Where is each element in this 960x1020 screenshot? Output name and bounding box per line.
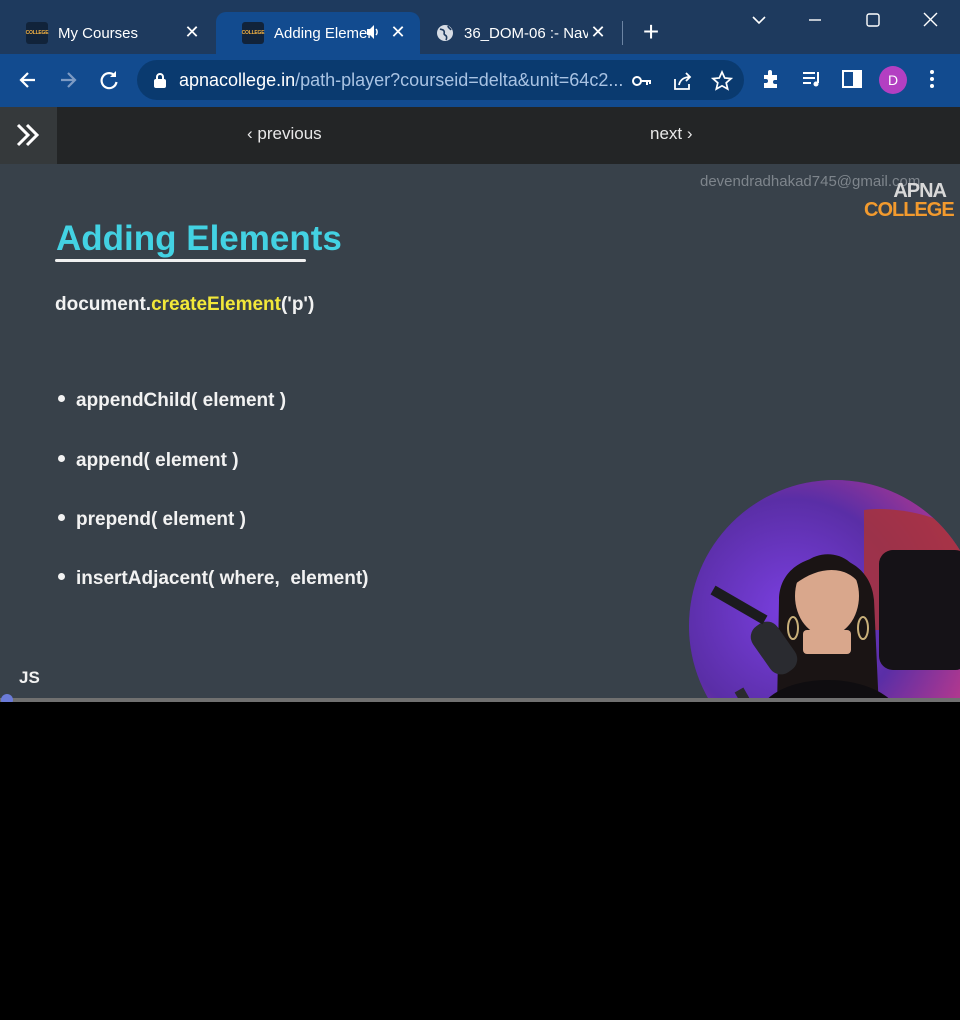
bullet-dot — [58, 455, 65, 463]
double-chevron-right-icon — [16, 123, 40, 147]
video-slide[interactable]: devendradhakad745@gmail.com APNA COLLEGE… — [0, 164, 960, 701]
close-tab-icon[interactable]: ✕ — [588, 21, 608, 43]
apna-college-logo: APNA COLLEGE — [864, 181, 955, 221]
more-vert-icon[interactable] — [920, 67, 944, 91]
bullet-text: append( element ) — [76, 450, 239, 471]
url-domain: apnacollege.in — [179, 70, 296, 90]
back-arrow-icon[interactable] — [14, 66, 42, 94]
presenter-webcam — [689, 480, 960, 701]
tab-adding-elements[interactable]: COLLEGE Adding Elemen ✕ — [216, 12, 420, 54]
star-icon[interactable] — [711, 70, 733, 92]
bullet-dot — [58, 514, 65, 522]
bullet-item: appendChild( element ) — [58, 390, 286, 412]
audio-playing-icon[interactable] — [366, 23, 380, 41]
url-text[interactable]: apnacollege.in/path-player?courseid=delt… — [179, 70, 623, 91]
close-tab-icon[interactable]: ✕ — [182, 21, 202, 43]
minimize-icon[interactable] — [800, 6, 830, 34]
sidebar-toggle-button[interactable] — [0, 107, 57, 164]
presenter-image — [689, 480, 960, 701]
tab-my-courses[interactable]: COLLEGE My Courses ✕ — [0, 12, 214, 54]
tab-title: My Courses — [58, 24, 139, 42]
bullet-text: prepend( element ) — [76, 509, 246, 530]
code-object: document. — [55, 294, 152, 315]
previous-button[interactable]: ‹ previous — [247, 124, 322, 144]
code-create-element: document.createElement('p') — [55, 294, 314, 316]
share-icon[interactable] — [671, 70, 693, 92]
reload-icon[interactable] — [95, 66, 123, 94]
profile-avatar[interactable]: D — [879, 66, 907, 94]
next-button[interactable]: next › — [650, 124, 693, 144]
apna-college-favicon-icon: COLLEGE — [242, 22, 265, 44]
puzzle-icon[interactable] — [760, 67, 784, 91]
bullet-item: prepend( element ) — [58, 509, 246, 531]
title-underline — [55, 259, 306, 262]
video-area[interactable] — [0, 702, 960, 1020]
bullet-dot — [58, 395, 65, 403]
chevron-right-icon: › — [686, 124, 693, 143]
bullet-text: insertAdjacent( where, element) — [76, 568, 369, 589]
globe-icon — [437, 25, 453, 41]
previous-label: previous — [257, 124, 322, 143]
bullet-dot — [58, 573, 65, 581]
forward-arrow-icon[interactable] — [54, 66, 82, 94]
close-window-icon[interactable] — [915, 6, 945, 34]
course-nav-bar — [0, 107, 960, 164]
bullet-text: appendChild( element ) — [76, 390, 287, 411]
tab-title: Adding Elemen — [274, 24, 370, 42]
side-panel-icon[interactable] — [840, 67, 864, 91]
close-tab-icon[interactable]: ✕ — [388, 21, 408, 43]
tab-36-dom-06[interactable]: 36_DOM-06 :- Nav ✕ — [420, 12, 620, 54]
lock-icon[interactable] — [153, 72, 167, 88]
browser-toolbar: apnacollege.in/path-player?courseid=delt… — [0, 54, 960, 107]
media-queue-icon[interactable] — [800, 67, 824, 91]
slide-title: Adding Elements — [56, 219, 342, 258]
new-tab-button[interactable]: + — [638, 18, 664, 46]
tab-separator — [622, 21, 623, 45]
maximize-icon[interactable] — [858, 6, 888, 34]
chevron-down-icon[interactable] — [744, 6, 774, 34]
bullet-item: append( element ) — [58, 450, 239, 472]
next-label: next — [650, 124, 683, 143]
code-method: createElement — [151, 294, 281, 315]
address-bar[interactable]: apnacollege.in/path-player?courseid=delt… — [137, 60, 744, 100]
code-args: ('p') — [280, 294, 315, 315]
chevron-left-icon: ‹ — [247, 124, 253, 143]
key-icon[interactable] — [631, 70, 653, 92]
logo-line2: COLLEGE — [864, 199, 955, 221]
bullet-item: insertAdjacent( where, element) — [58, 568, 368, 590]
apna-college-favicon-icon: COLLEGE — [26, 22, 49, 44]
url-path: /path-player?courseid=delta&unit=64c2... — [295, 70, 624, 90]
js-label: JS — [19, 668, 40, 687]
tab-title: 36_DOM-06 :- Nav — [464, 24, 588, 42]
